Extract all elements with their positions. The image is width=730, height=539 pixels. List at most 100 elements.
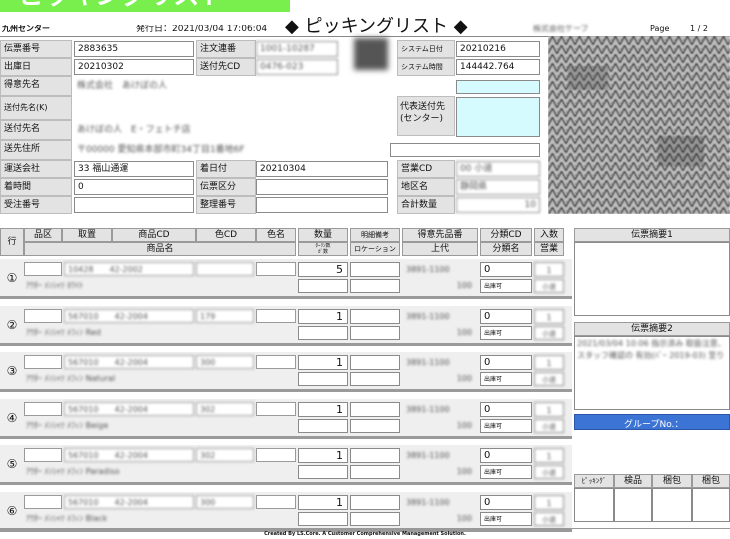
product-name: ｱｳﾀｰ ﾒﾝｼｬﾂ ﾒﾌｨﾝ Beige xyxy=(26,421,109,430)
value-sys-date: 20210216 xyxy=(456,41,540,57)
col-take: 取置 xyxy=(62,228,112,242)
label-customer: 得意先名 xyxy=(0,76,72,96)
pack2-label: 梱包 xyxy=(692,474,730,488)
color-cd: 300 xyxy=(196,495,254,509)
cust-item-no: 3891-1100 xyxy=(406,312,450,321)
qty: 1 xyxy=(298,448,348,463)
product-name: ｱｳﾀｰ ﾒﾝｼｬﾂ ﾒﾌｨﾝ Black xyxy=(26,514,108,523)
label-order-contact: 注文連番 xyxy=(196,40,256,58)
count: 1 xyxy=(534,262,564,277)
detail-note-box xyxy=(350,448,400,463)
page-label: Page xyxy=(650,25,670,33)
row-number: ① xyxy=(6,271,18,285)
class-cd: 0 xyxy=(480,495,532,510)
sales: 小道 xyxy=(534,512,564,526)
label-slip-class: 伝票区分 xyxy=(196,178,256,196)
label-sys-time: システム時間 xyxy=(397,58,455,76)
qty: 1 xyxy=(298,309,348,324)
value-arrival-date: 20210304 xyxy=(256,161,388,177)
label-adj-no: 整理番号 xyxy=(196,196,256,214)
value-slip-class xyxy=(256,179,388,195)
class-cd: 0 xyxy=(480,402,532,417)
document-title: ◆ ピッキングリスト ◆ xyxy=(285,17,468,37)
col-color: 色名 xyxy=(256,228,296,242)
value-dest: あけぼの人 E・フェトチ店 xyxy=(77,125,191,135)
product-cd: 567010 42-2004 xyxy=(64,495,194,509)
sales: 小道 xyxy=(534,372,564,386)
picking-label: ﾋﾟｯｷﾝｸﾞ xyxy=(574,474,614,488)
product-cd-box xyxy=(24,402,62,416)
label-order-no: 受注番号 xyxy=(0,196,72,214)
cust-item-no: 3891-1100 xyxy=(406,405,450,414)
col-detail-note: 明細備考 xyxy=(350,228,400,242)
count: 1 xyxy=(534,309,564,324)
memo2-text: 2021/03/04 10:06 指示済み 取扱注意、スタッフ確認の 有効(ﾊﾞ… xyxy=(577,339,726,360)
location-box xyxy=(350,326,400,340)
sales: 小道 xyxy=(534,326,564,340)
footer-text: Created By LS.Core. A Customer Comprehen… xyxy=(264,531,466,537)
color-name-box xyxy=(256,355,296,369)
count: 1 xyxy=(534,495,564,510)
cyan-box-1 xyxy=(456,80,540,94)
value-arrival-time: 0 xyxy=(74,179,194,195)
inspect-label: 検品 xyxy=(614,474,652,488)
color-name-box xyxy=(256,309,296,323)
product-cd: 567010 42-2004 xyxy=(64,448,194,462)
color-cd xyxy=(196,262,254,276)
detail-note-box xyxy=(350,355,400,370)
label-rep-dest: 代表送付先 (センター) xyxy=(397,96,455,136)
class-name: 出庫可 xyxy=(480,326,532,340)
col-sales: 営業 xyxy=(534,242,564,256)
qty: 5 xyxy=(298,262,348,277)
location-box xyxy=(350,512,400,526)
pack1-box xyxy=(652,488,692,522)
value-customer: 株式会社 あけぼの人 xyxy=(77,81,168,91)
col-row: 行 xyxy=(0,228,24,256)
class-cd: 0 xyxy=(480,448,532,463)
row-number: ⑥ xyxy=(6,504,18,518)
cust-item-no: 3891-1100 xyxy=(406,358,450,367)
value-ship-date: 20210302 xyxy=(74,59,194,75)
value-dest-cd: 0476-023 xyxy=(256,59,338,75)
value-area: 静岡県 xyxy=(456,179,540,195)
label-arrival-time: 着時間 xyxy=(0,178,72,196)
upper: 100 xyxy=(456,421,472,430)
product-cd-box xyxy=(24,309,62,323)
color-cd: 302 xyxy=(196,402,254,416)
color-name-box xyxy=(256,402,296,416)
value-order-contact: 1001-10287 xyxy=(256,41,338,57)
qr-pattern-image xyxy=(548,36,730,214)
pack2-box xyxy=(692,488,730,522)
color-cd: 179 xyxy=(196,309,254,323)
col-cust-item-no: 得意先品番 xyxy=(402,228,478,242)
page-number: 1 / 2 xyxy=(690,25,708,33)
product-name: ｱｳﾀｰ ﾒﾝｼｬﾂ ﾎﾜｲﾄ xyxy=(26,281,84,290)
value-rep-dest xyxy=(456,97,540,137)
location-box xyxy=(350,279,400,293)
picking-box xyxy=(574,488,614,522)
col-count: 入数 xyxy=(534,228,564,242)
col-product-cd: 商品CD xyxy=(112,228,196,242)
col-class-name: 分類名 xyxy=(480,242,532,256)
col-name-header: 商品名 xyxy=(24,242,296,256)
color-name-box xyxy=(256,262,296,276)
label-dest-cd: 送付先CD xyxy=(196,58,256,76)
qty-sub-box xyxy=(298,326,348,340)
class-cd: 0 xyxy=(480,309,532,324)
count: 1 xyxy=(534,448,564,463)
memo1-box xyxy=(574,242,730,316)
class-name: 出庫可 xyxy=(480,419,532,433)
value-sales-cd: 00 小道 xyxy=(456,161,540,177)
label-dest-kana: 送付先名(K) xyxy=(0,96,72,120)
class-name: 出庫可 xyxy=(480,279,532,293)
label-area: 地区名 xyxy=(397,178,455,196)
qty-sub-box xyxy=(298,465,348,479)
cust-item-no: 3891-1100 xyxy=(406,498,450,507)
company-name: 株式会社ケーブ xyxy=(533,25,589,33)
location-box xyxy=(350,372,400,386)
qty-sub-box xyxy=(298,512,348,526)
value-order-no xyxy=(74,197,194,213)
inspect-box xyxy=(614,488,652,522)
row-number: ⑤ xyxy=(6,457,18,471)
sales: 小道 xyxy=(534,419,564,433)
